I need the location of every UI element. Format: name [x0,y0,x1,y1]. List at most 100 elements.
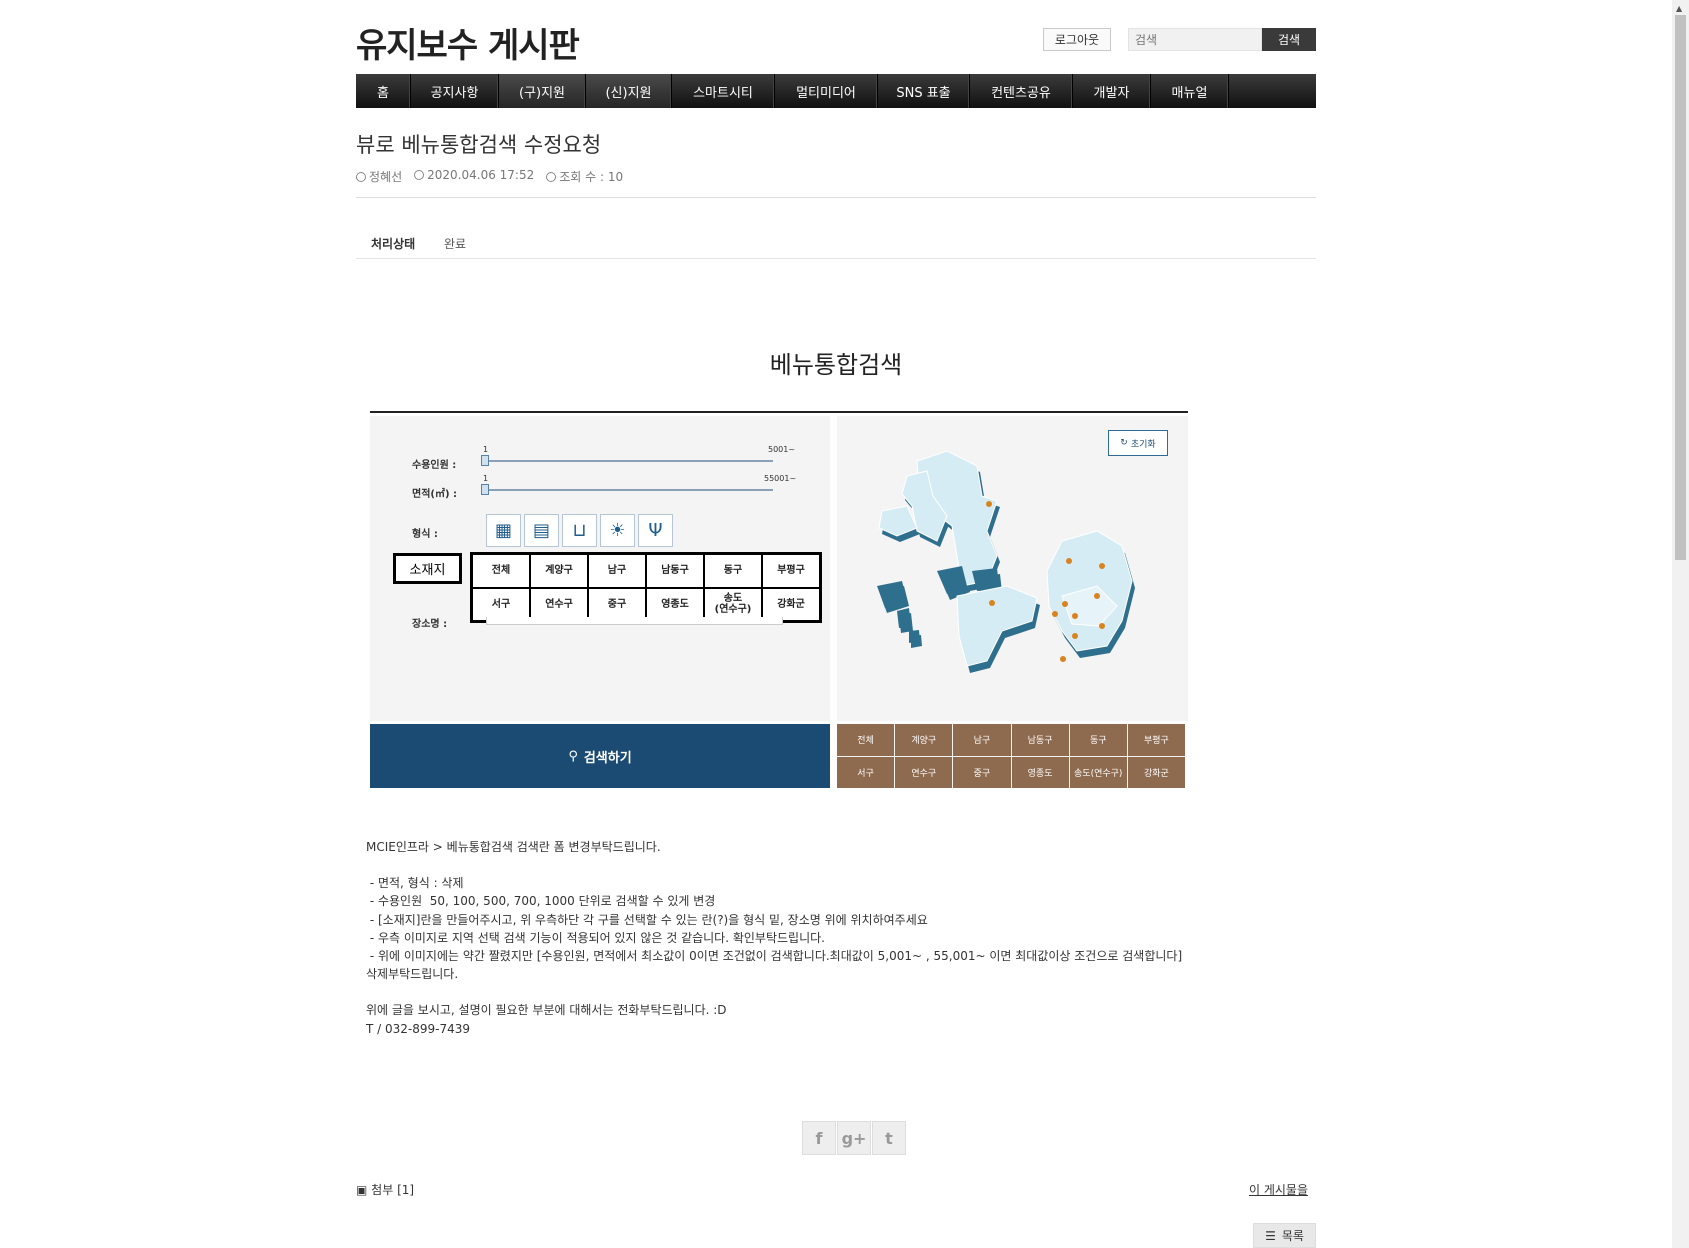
location-cell: 남동구 [646,554,704,588]
body-line: - 우측 이미지로 지역 선택 검색 기능이 적용되어 있지 않은 것 같습니다… [366,930,825,945]
twitter-icon[interactable]: t [872,1121,906,1155]
location-cell: 중구 [588,587,646,621]
place-input [486,617,783,625]
logout-button[interactable]: 로그아웃 [1043,28,1111,51]
google-plus-icon[interactable]: g+ [837,1121,871,1155]
district-cell: 강화군 [1127,756,1185,788]
list-icon: ☰ [1265,1228,1276,1243]
location-cell: 영종도 [646,587,704,621]
area-label: 면적(㎡) : [412,489,458,500]
location-cell: 송도 (연수구) [704,587,762,621]
search-form-panel: 수용인원 : 1 5001~ 면적(㎡) : 1 55001~ 형식 : ▦ ▤… [370,416,830,721]
facebook-icon[interactable]: f [802,1121,836,1155]
area-slider [483,489,773,491]
district-cell: 전체 [837,724,895,756]
district-cell: 계양구 [895,724,953,756]
nav-item-notice[interactable]: 공지사항 [411,74,499,108]
location-cell: 전체 [472,554,530,588]
slider-min: 1 [483,474,489,483]
district-cell: 남동구 [1011,724,1069,756]
dining-icon: Ψ [638,514,673,547]
embedded-image: 수용인원 : 1 5001~ 면적(㎡) : 1 55001~ 형식 : ▦ ▤… [370,411,1188,801]
location-cell: 남구 [588,554,646,588]
attachment-link[interactable]: ▣ 첨부 [1] [356,1181,414,1198]
nav-item-old-support[interactable]: (구)지원 [499,74,586,108]
area-slider-handle [481,484,489,495]
slider-min: 1 [483,445,489,454]
search-button[interactable]: 검색 [1262,28,1316,51]
divider [356,258,1316,259]
divider [370,411,1188,413]
slider-max: 5001~ [768,445,796,454]
body-line: - 면적, 형식 : 삭제 [366,876,464,891]
sun-icon: ☀ [600,514,635,547]
search-icon: ⚲ [568,748,578,764]
body-line: 삭제부탁드립니다. [366,967,459,982]
district-cell: 남구 [953,724,1011,756]
district-cell: 서구 [837,756,895,788]
district-cell: 연수구 [895,756,953,788]
post-action-link[interactable]: 이 게시물을 [1249,1181,1308,1198]
incheon-map [877,450,1135,673]
district-cell: 송도(연수구) [1069,756,1127,788]
share-buttons: f g+ t [802,1121,906,1155]
map-panel: ↻ 초기화 [837,416,1188,721]
nav-item-sns[interactable]: SNS 표출 [878,74,970,108]
scrollbar[interactable]: ▲ [1672,0,1689,1248]
post-title: 뷰로 베뉴통합검색 수정요청 [356,133,602,157]
nav-item-manual[interactable]: 매뉴얼 [1151,74,1229,108]
location-cell: 강화군 [762,587,820,621]
user-icon [356,172,366,182]
district-grid: 전체 계양구 남구 남동구 동구 부평구 서구 연수구 중구 영종도 송도(연수… [837,724,1185,788]
body-line [366,856,1182,874]
district-cell: 부평구 [1127,724,1185,756]
scroll-thumb[interactable] [1675,15,1686,560]
search-input[interactable] [1128,28,1262,51]
place-label: 장소명 : [412,619,448,630]
location-cell: 연수구 [530,587,588,621]
attachment-icon: ▣ [356,1183,368,1197]
nav-item-content-share[interactable]: 컨텐츠공유 [970,74,1073,108]
post-author: 정혜선 [356,168,402,185]
capacity-slider-handle [481,455,489,466]
post-meta: 정혜선 2020.04.06 17:52 조회 수 : 10 [356,168,623,185]
body-line: - 위에 이미지에는 약간 짤렸지만 [수용인원, 면적에서 최소값이 0이면 … [366,949,1183,964]
divider [356,197,1316,198]
theater-layout-icon: ▤ [524,514,559,547]
nav-item-new-support[interactable]: (신)지원 [586,74,672,108]
list-button[interactable]: ☰ 목록 [1253,1223,1316,1248]
capacity-label: 수용인원 : [412,460,457,471]
venue-search-button: ⚲ 검색하기 [370,724,830,788]
location-label: 소재지 [393,553,462,584]
capacity-slider [483,460,773,462]
nav-item-home[interactable]: 홈 [356,74,411,108]
location-cell: 동구 [704,554,762,588]
post-datetime: 2020.04.06 17:52 [414,168,534,185]
location-cell: 부평구 [762,554,820,588]
location-grid: 전체 계양구 남구 남동구 동구 부평구 서구 연수구 중구 영종도 송도 (연… [470,552,822,623]
body-line: - 수용인원 50, 100, 500, 700, 1000 단위로 검색할 수… [366,894,716,909]
status-label: 처리상태 [371,237,416,251]
ushape-layout-icon: ⊔ [562,514,597,547]
body-line: MCIE인프라 > 베뉴통합검색 검색란 폼 변경부탁드립니다. [366,840,661,854]
main-nav: 홈 공지사항 (구)지원 (신)지원 스마트시티 멀티미디어 SNS 표출 컨텐… [356,74,1316,108]
location-cell: 서구 [472,587,530,621]
eye-icon [546,172,557,182]
location-cell: 계양구 [530,554,588,588]
nav-item-developer[interactable]: 개발자 [1073,74,1151,108]
status-value: 완료 [444,237,467,251]
nav-item-smart-city[interactable]: 스마트시티 [672,74,775,108]
district-cell: 중구 [953,756,1011,788]
body-line: T / 032-899-7439 [366,1021,471,1036]
type-label: 형식 : [412,529,438,540]
body-line: 위에 글을 보시고, 설명이 필요한 부분에 대해서는 전화부탁드립니다. :D [366,1003,727,1018]
clock-icon [414,170,425,180]
classroom-layout-icon: ▦ [486,514,521,547]
nav-item-multimedia[interactable]: 멀티미디어 [775,74,878,108]
post-views: 조회 수 : 10 [546,168,623,185]
slider-max: 55001~ [764,474,797,483]
body-line: - [소재지]란을 만들어주시고, 위 우측하단 각 구를 선택할 수 있는 란… [366,912,928,927]
site-title[interactable]: 유지보수 게시판 [356,18,580,67]
scroll-up-icon[interactable]: ▲ [1676,4,1682,13]
body-line [366,983,1182,1001]
